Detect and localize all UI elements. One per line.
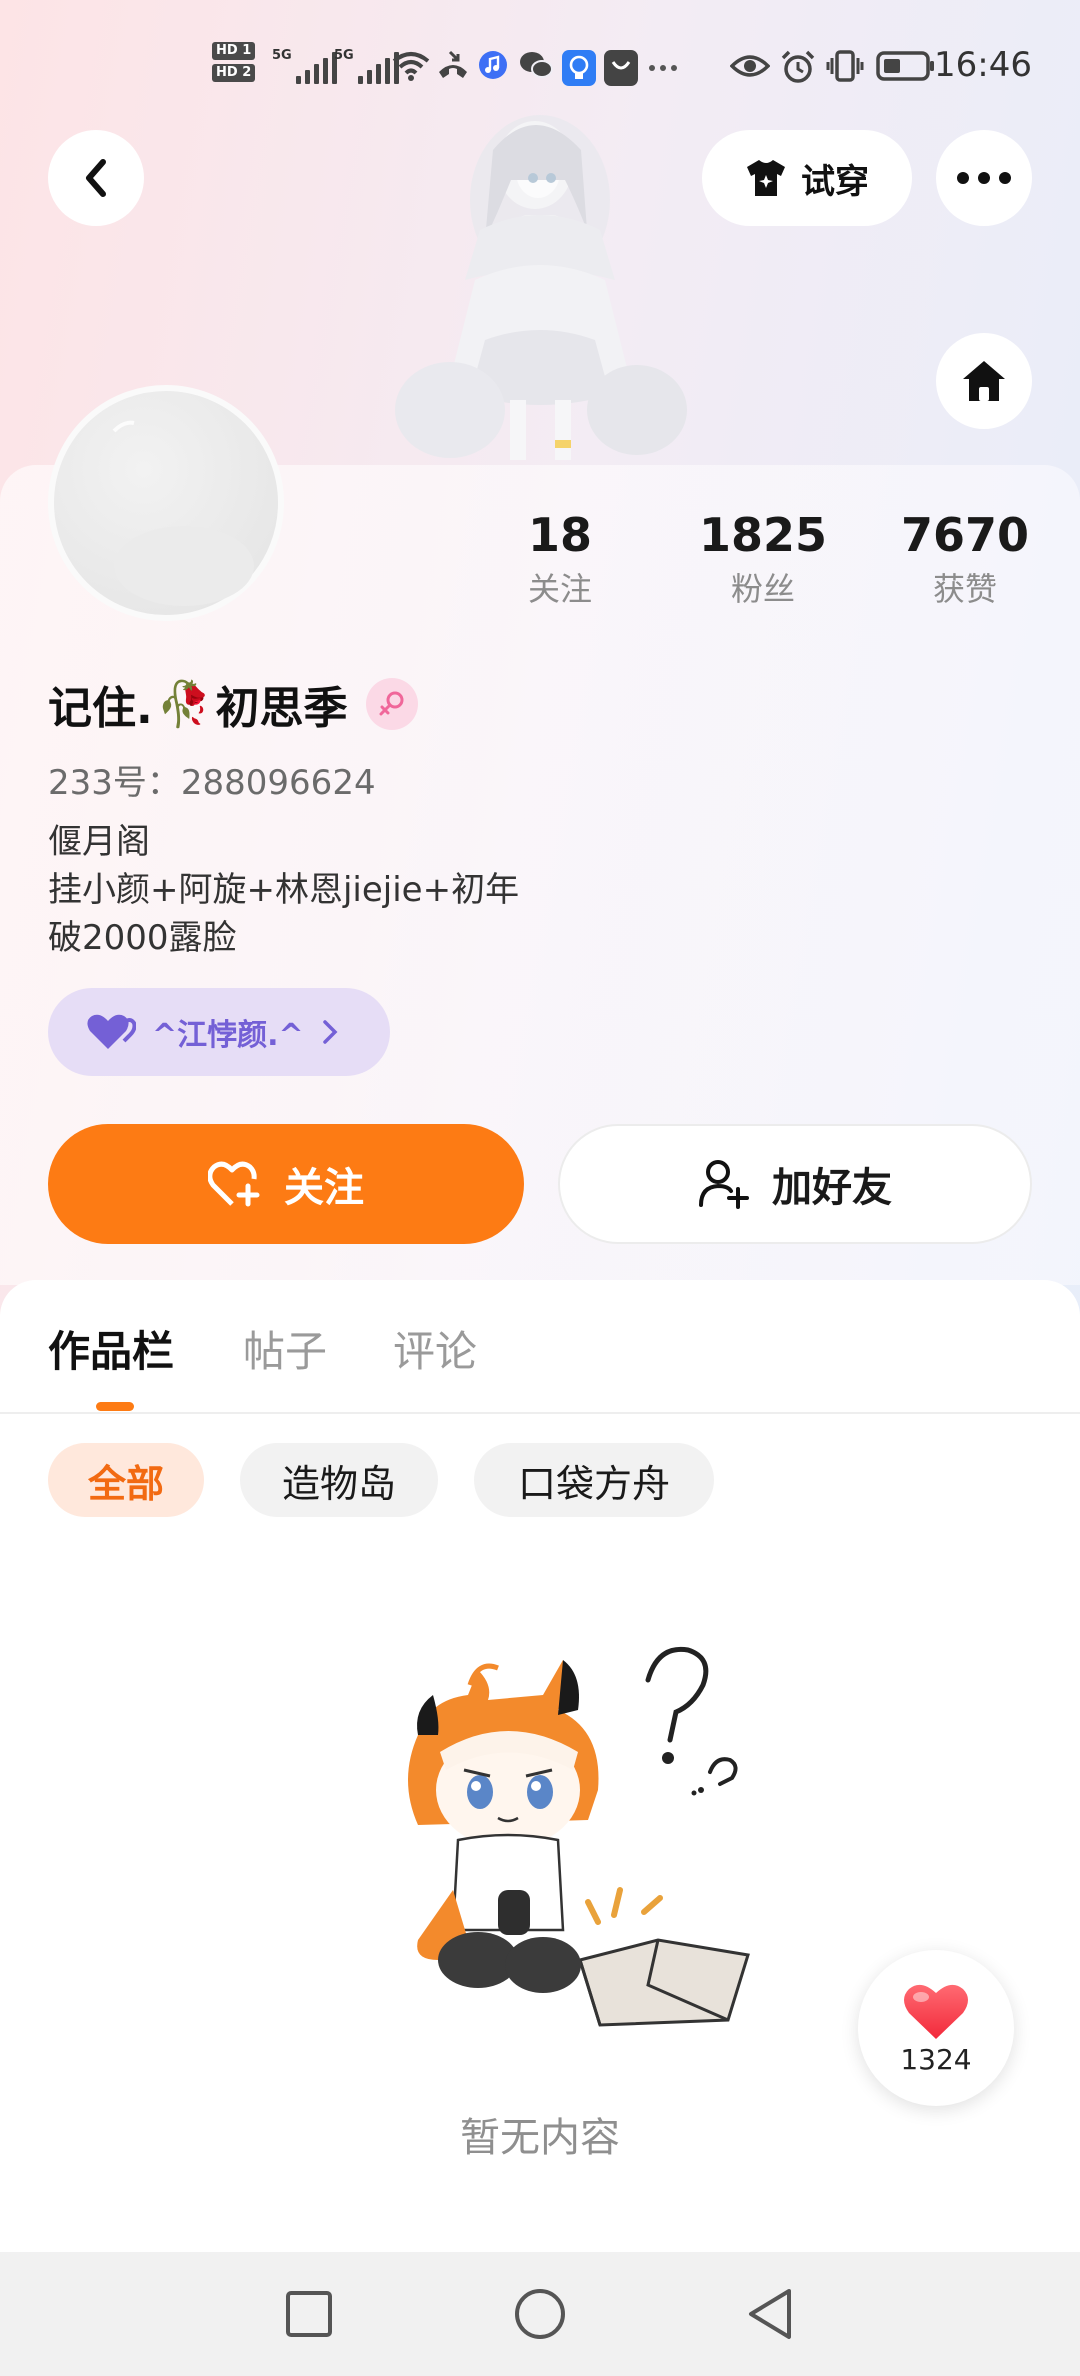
eye-icon [730, 55, 770, 77]
stat-following-label: 关注 [527, 570, 592, 608]
vibrate-icon [826, 50, 864, 82]
bio-line: 偃月阁 [48, 822, 150, 862]
home-button[interactable] [936, 333, 1032, 429]
bio-line: 破2000露脸 [48, 918, 237, 958]
home-circle-icon [515, 2289, 565, 2339]
female-icon [379, 691, 404, 716]
heart-icon [904, 1984, 968, 2039]
stat-fans-label: 粉丝 [730, 570, 795, 608]
back-nav-button[interactable] [738, 2282, 802, 2346]
add-friend-button[interactable]: 加好友 [558, 1124, 1032, 1244]
follow-button[interactable]: 关注 [48, 1124, 524, 1244]
username-rose-emoji: 🥀 [156, 679, 212, 730]
chevron-right-icon [322, 1020, 338, 1044]
empty-state-illustration [408, 1646, 750, 2027]
stat-fans[interactable]: 1825 粉丝 [683, 505, 843, 613]
more-icon [957, 172, 1011, 184]
user-id: 233号：288096624 [48, 763, 376, 803]
network-2-label: 5G [334, 48, 354, 63]
filter-chip-creation-island[interactable]: 造物岛 [240, 1443, 438, 1517]
hd-badges: HD 1 HD 2 [212, 42, 256, 82]
follow-label: 关注 [284, 1165, 364, 1211]
back-button[interactable] [48, 130, 144, 226]
bag-icon [604, 50, 638, 86]
hd-badge-2: HD 2 [212, 64, 256, 82]
username-row: 记住. 🥀 初思季 [48, 672, 418, 736]
status-time: 16:46 [934, 45, 1032, 85]
wifi-icon [392, 52, 430, 81]
like-floating-button[interactable]: 1324 [858, 1950, 1014, 2106]
fan-badge[interactable]: ^江悖颜.^ [48, 988, 390, 1076]
home-icon [963, 361, 1005, 401]
bio: 偃月阁 挂小颜+阿旋+林恩jiejie+初年 破2000露脸 [48, 818, 519, 962]
status-bar: HD 1 HD 2 5G 5G 16:46 [0, 30, 1080, 110]
bio-line: 挂小颜+阿旋+林恩jiejie+初年 [48, 870, 520, 910]
filter-chip-all[interactable]: 全部 [48, 1443, 204, 1517]
fan-badge-label: ^江悖颜.^ [152, 1018, 304, 1053]
tab-divider [0, 1412, 1080, 1414]
more-dots-icon [649, 65, 677, 71]
empty-state-text: 暂无内容 [460, 2115, 620, 2161]
like-count: 1324 [900, 2042, 972, 2076]
stat-following-value: 18 [527, 508, 592, 562]
stat-likes[interactable]: 7670 获赞 [885, 505, 1045, 613]
stat-likes-label: 获赞 [932, 570, 997, 608]
stat-likes-value: 7670 [900, 508, 1030, 562]
bulb-icon [562, 50, 596, 86]
call-icon [439, 50, 467, 78]
alarm-icon [781, 50, 815, 83]
system-nav-bar [0, 2252, 1080, 2376]
username-part-2: 初思季 [215, 683, 348, 734]
tab-comments[interactable]: 评论 [393, 1320, 477, 1384]
hd-badge-1: HD 1 [212, 42, 256, 60]
stat-following[interactable]: 18 关注 [480, 505, 640, 613]
back-triangle-icon [749, 2289, 791, 2339]
network-1-label: 5G [272, 48, 292, 63]
avatar-placeholder-shape [112, 420, 254, 606]
tab-posts[interactable]: 帖子 [243, 1320, 327, 1384]
battery-icon [876, 51, 934, 81]
try-on-button[interactable]: 试穿 [702, 130, 912, 226]
try-on-label: 试穿 [801, 161, 869, 202]
username-part-1: 记住. [48, 683, 153, 734]
heart-plus-icon [208, 1161, 260, 1207]
add-user-icon [699, 1160, 749, 1209]
add-friend-label: 加好友 [772, 1165, 892, 1211]
shirt-icon [747, 160, 785, 196]
music-icon [479, 51, 507, 79]
recent-apps-button[interactable] [277, 2282, 341, 2346]
avatar[interactable] [48, 385, 284, 621]
home-nav-button[interactable] [508, 2282, 572, 2346]
gender-badge [365, 678, 418, 730]
content-panel: 作品栏 帖子 评论 全部 造物岛 口袋方舟 暂无内容 [0, 1280, 1080, 2252]
filter-chip-pocket-ark[interactable]: 口袋方舟 [474, 1443, 714, 1517]
back-arrow-icon [86, 159, 106, 197]
avatar-character-figure [395, 115, 687, 460]
double-heart-icon [87, 1014, 136, 1049]
signal-2-icon: 5G [334, 48, 399, 84]
stat-fans-value: 1825 [698, 508, 828, 562]
stats-row: 18 关注 1825 粉丝 7670 获赞 [480, 505, 1040, 625]
tab-works[interactable]: 作品栏 [48, 1320, 174, 1384]
wechat-icon [520, 52, 553, 78]
signal-1-icon: 5G [272, 48, 337, 84]
tab-active-indicator [96, 1402, 134, 1411]
more-button[interactable] [936, 130, 1032, 226]
recent-apps-icon [286, 2291, 332, 2337]
